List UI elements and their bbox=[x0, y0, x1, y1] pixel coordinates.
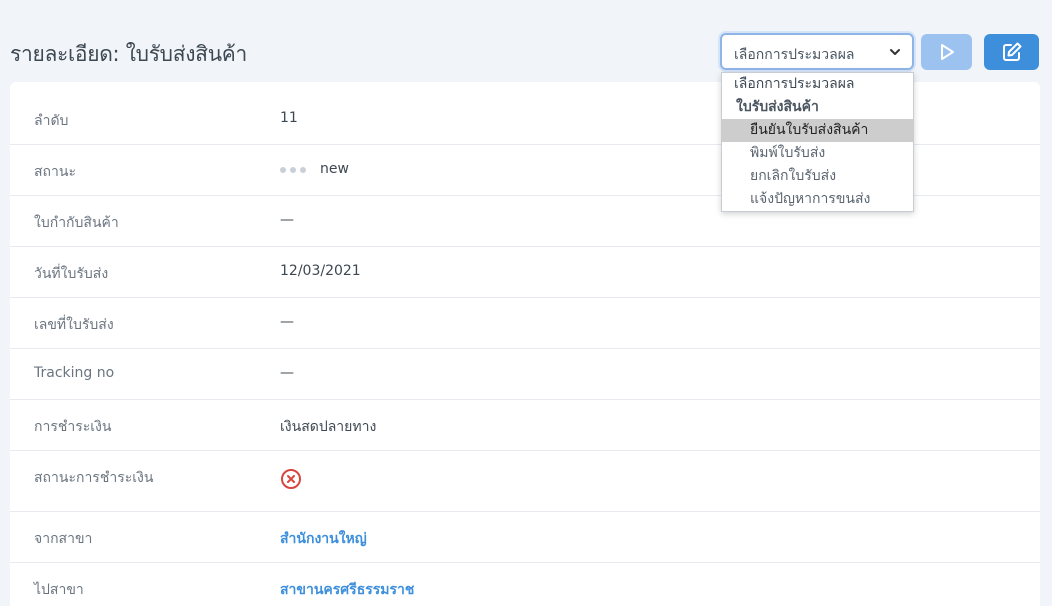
detail-label: การชำระเงิน bbox=[34, 419, 112, 435]
chevron-down-icon bbox=[890, 49, 900, 55]
detail-value: — bbox=[280, 212, 294, 228]
detail-value bbox=[280, 468, 302, 494]
status-dots-icon bbox=[280, 161, 310, 177]
dropdown-group-delivery-note: ใบรับส่งสินค้า bbox=[736, 99, 819, 115]
process-select-value: เลือกการประมวลผล bbox=[734, 47, 855, 63]
edit-button[interactable] bbox=[984, 34, 1039, 70]
detail-label: สถานะ bbox=[34, 164, 76, 180]
detail-value: 12/03/2021 bbox=[280, 263, 361, 279]
detail-label: จากสาขา bbox=[34, 531, 93, 547]
detail-row-from-branch: จากสาขา สำนักงานใหญ่ bbox=[10, 512, 1040, 563]
detail-label: สถานะการชำระเงิน bbox=[34, 470, 154, 486]
from-branch-link[interactable]: สำนักงานใหญ่ bbox=[280, 528, 367, 550]
dropdown-option-print[interactable]: พิมพ์ใบรับส่ง bbox=[722, 142, 913, 165]
detail-label: ไปสาขา bbox=[34, 582, 84, 598]
run-process-button[interactable] bbox=[921, 34, 972, 70]
detail-label: ใบกำกับสินค้า bbox=[34, 215, 119, 231]
status-text: new bbox=[320, 161, 349, 177]
x-circle-icon bbox=[281, 469, 301, 489]
dropdown-option-report-issue[interactable]: แจ้งปัญหาการขนส่ง bbox=[722, 188, 913, 211]
detail-value: — bbox=[280, 314, 294, 330]
play-icon bbox=[940, 44, 954, 60]
detail-row-number: เลขที่ใบรับส่ง — bbox=[10, 298, 1040, 349]
detail-row-to-branch: ไปสาขา สาขานครศรีธรรมราช bbox=[10, 563, 1040, 606]
process-select[interactable]: เลือกการประมวลผล bbox=[720, 33, 914, 70]
detail-value: — bbox=[280, 365, 294, 381]
to-branch-link[interactable]: สาขานครศรีธรรมราช bbox=[280, 579, 414, 601]
detail-status-value: new bbox=[280, 161, 349, 177]
detail-label: Tracking no bbox=[34, 365, 115, 381]
detail-row-date: วันที่ใบรับส่ง 12/03/2021 bbox=[10, 247, 1040, 298]
detail-row-payment-status: สถานะการชำระเงิน bbox=[10, 451, 1040, 512]
detail-row-payment: การชำระเงิน เงินสดปลายทาง bbox=[10, 400, 1040, 451]
dropdown-option-confirm[interactable]: ยืนยันใบรับส่งสินค้า bbox=[722, 119, 913, 142]
dropdown-placeholder[interactable]: เลือกการประมวลผล bbox=[722, 73, 913, 96]
detail-row-tracking: Tracking no — bbox=[10, 349, 1040, 400]
detail-value: 11 bbox=[280, 110, 298, 126]
page-title: รายละเอียด: ใบรับส่งสินค้า bbox=[10, 42, 247, 66]
dropdown-option-cancel[interactable]: ยกเลิกใบรับส่ง bbox=[722, 165, 913, 188]
detail-label: วันที่ใบรับส่ง bbox=[34, 266, 109, 282]
detail-label: ลำดับ bbox=[34, 113, 69, 129]
detail-value: เงินสดปลายทาง bbox=[280, 419, 377, 435]
process-dropdown-menu: เลือกการประมวลผล ใบรับส่งสินค้า ยืนยันใบ… bbox=[721, 72, 914, 212]
detail-label: เลขที่ใบรับส่ง bbox=[34, 317, 114, 333]
edit-icon bbox=[1002, 42, 1021, 61]
